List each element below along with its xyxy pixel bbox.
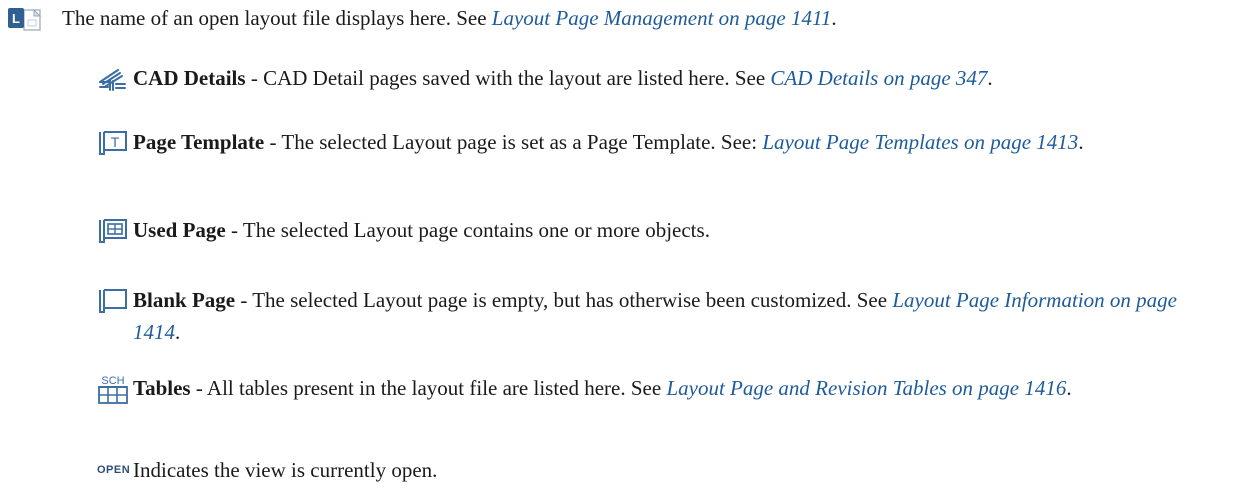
tables-icon-label: SCH <box>101 375 124 387</box>
layout-page-management-link[interactable]: Layout Page Management on page 1411 <box>492 6 832 30</box>
tables-icon: SCH <box>97 372 129 415</box>
entry-description: The name of an open layout file displays… <box>62 6 492 30</box>
blank-page-term: Blank Page <box>133 288 236 312</box>
used-page-icon <box>97 216 129 255</box>
page-template-icon: T <box>97 128 129 167</box>
tables-entry: SCH Tables - All tables present in the l… <box>0 370 1255 434</box>
cad-details-link[interactable]: CAD Details on page 347 <box>770 66 987 90</box>
cad-details-entry: CAD Details - CAD Detail pages saved wit… <box>0 60 1255 100</box>
svg-text:T: T <box>111 134 120 150</box>
cad-details-term: CAD Details <box>133 66 246 90</box>
cad-details-icon <box>98 68 128 101</box>
entry-description: - The selected Layout page is empty, but… <box>235 288 893 312</box>
used-page-entry: Used Page - The selected Layout page con… <box>0 212 1255 252</box>
open-indicator-icon: OPEN <box>97 464 131 476</box>
entry-description: - CAD Detail pages saved with the layout… <box>245 66 771 90</box>
page-template-entry: T Page Template - The selected Layout pa… <box>0 124 1255 188</box>
entry-description: - The selected Layout page contains one … <box>225 218 710 242</box>
layout-page-and-revision-tables-link[interactable]: Layout Page and Revision Tables on page … <box>666 376 1066 400</box>
open-indicator-entry: OPEN Indicates the view is currently ope… <box>0 452 1255 488</box>
entry-description: - The selected Layout page is set as a P… <box>264 130 763 154</box>
layout-page-templates-link[interactable]: Layout Page Templates on page 1413 <box>762 130 1078 154</box>
entry-description: Indicates the view is currently open. <box>133 458 438 482</box>
blank-page-icon <box>97 286 129 325</box>
page-template-term: Page Template <box>133 130 265 154</box>
layout-file-icon: L <box>6 7 46 42</box>
tables-term: Tables <box>133 376 191 400</box>
used-page-term: Used Page <box>133 218 226 242</box>
layout-file-entry: L The name of an open layout file displa… <box>0 0 1255 40</box>
entry-description: - All tables present in the layout file … <box>190 376 667 400</box>
blank-page-entry: Blank Page - The selected Layout page is… <box>0 282 1255 346</box>
svg-text:L: L <box>12 11 20 26</box>
